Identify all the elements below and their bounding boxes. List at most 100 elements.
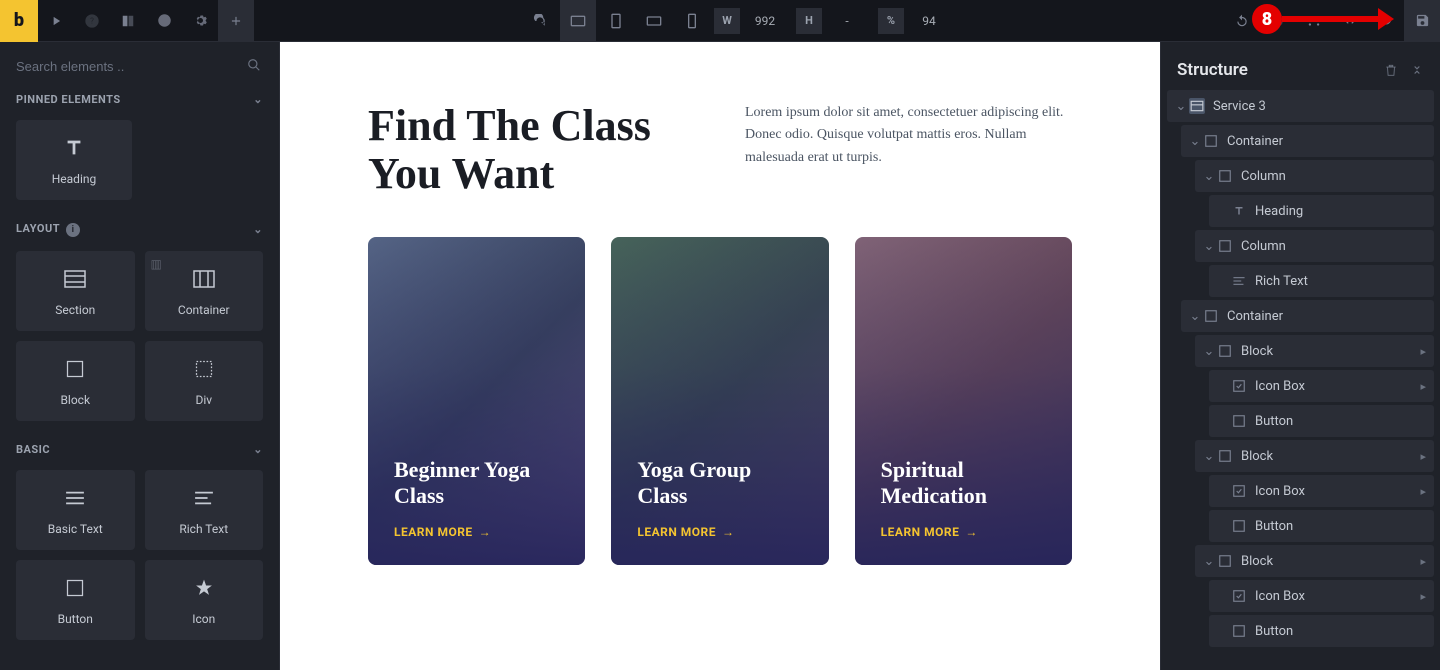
tree-row-container[interactable]: ⌄Container	[1181, 125, 1434, 157]
section-icon	[63, 265, 87, 293]
save-button[interactable]	[1404, 0, 1440, 42]
container-icon	[1203, 308, 1219, 324]
layout-section-header[interactable]: LAYOUTi ⌄	[0, 214, 279, 245]
card-title: Yoga Group Class	[637, 457, 802, 509]
tile-basic-text[interactable]: Basic Text	[16, 470, 135, 550]
tile-label: Div	[195, 393, 212, 407]
tree-row-button[interactable]: Button	[1209, 510, 1434, 542]
app-logo[interactable]: b	[0, 0, 38, 42]
chevron-down-icon[interactable]: ⌄	[1201, 344, 1217, 359]
container-icon	[192, 265, 216, 293]
chevron-down-icon[interactable]: ⌄	[1201, 449, 1217, 464]
basic-section-header[interactable]: BASIC ⌄	[0, 435, 279, 464]
tree-row-button[interactable]: Button	[1209, 405, 1434, 437]
card-cta[interactable]: LEARN MORE→	[637, 525, 802, 539]
card-title: Beginner Yoga Class	[394, 457, 559, 509]
column-icon	[1217, 238, 1233, 254]
tree-row-icon-box[interactable]: Icon Box▸	[1209, 475, 1434, 507]
card-yoga-group[interactable]: Yoga Group Class LEARN MORE→	[611, 237, 828, 565]
chevron-down-icon[interactable]: ⌄	[1201, 169, 1217, 184]
block-icon	[1217, 343, 1233, 359]
trash-icon[interactable]	[1384, 63, 1398, 77]
tile-icon[interactable]: Icon	[145, 560, 264, 640]
zoom-value[interactable]: 94	[904, 8, 954, 34]
height-value[interactable]: -	[822, 8, 872, 34]
collapse-icon[interactable]	[1410, 63, 1424, 77]
pinned-section-header[interactable]: PINNED ELEMENTS ⌄	[0, 85, 279, 114]
annotation-arrow	[1282, 16, 1382, 22]
structure-panel: Structure ⌄Service 3⌄Container⌄ColumnHea…	[1160, 42, 1440, 670]
panels-button[interactable]	[110, 0, 146, 42]
card-spiritual[interactable]: Spiritual Medication LEARN MORE→	[855, 237, 1072, 565]
card-title: Spiritual Medication	[881, 457, 1046, 509]
iconbox-icon	[1231, 588, 1247, 604]
tree-row-icon-box[interactable]: Icon Box▸	[1209, 370, 1434, 402]
tile-button[interactable]: Button	[16, 560, 135, 640]
arrow-right-icon: →	[479, 525, 492, 539]
tile-label: Heading	[52, 172, 97, 186]
tile-heading[interactable]: Heading	[16, 120, 132, 200]
tree-row-rich-text[interactable]: Rich Text	[1209, 265, 1434, 297]
tree-row-column[interactable]: ⌄Column	[1195, 160, 1434, 192]
tile-section[interactable]: Section	[16, 251, 135, 331]
viewport-mobile[interactable]	[674, 0, 710, 42]
chevron-down-icon[interactable]: ⌄	[1187, 309, 1203, 324]
richtext-icon	[1231, 273, 1247, 289]
tree-label: Container	[1227, 309, 1283, 324]
width-value[interactable]: 992	[740, 8, 790, 34]
badge-icon: ▸	[1420, 485, 1426, 498]
text-icon	[63, 134, 85, 162]
card-cta[interactable]: LEARN MORE→	[394, 525, 559, 539]
settings-button[interactable]	[182, 0, 218, 42]
hero-heading[interactable]: Find The Class You Want	[368, 102, 695, 199]
section-label: BASIC	[16, 443, 50, 456]
button-icon	[65, 574, 85, 602]
tile-rich-text[interactable]: Rich Text	[145, 470, 264, 550]
canvas[interactable]: Find The Class You Want Lorem ipsum dolo…	[280, 42, 1160, 670]
div-icon	[194, 355, 214, 383]
tree-label: Block	[1241, 344, 1273, 359]
chevron-down-icon: ⌄	[253, 443, 263, 456]
viewport-tablet-portrait[interactable]	[598, 0, 634, 42]
card-overlay	[855, 237, 1072, 565]
tile-label: Basic Text	[48, 522, 103, 536]
chevron-down-icon: ⌄	[253, 93, 263, 106]
section-label: PINNED ELEMENTS	[16, 93, 121, 106]
tree-row-button[interactable]: Button	[1209, 615, 1434, 647]
card-cta[interactable]: LEARN MORE→	[881, 525, 1046, 539]
tree-row-block[interactable]: ⌄Block▸	[1195, 440, 1434, 472]
tree-row-icon-box[interactable]: Icon Box▸	[1209, 580, 1434, 612]
tile-label: Container	[178, 303, 230, 317]
tile-block[interactable]: Block	[16, 341, 135, 421]
tree-label: Service 3	[1213, 99, 1266, 114]
tile-label: Button	[58, 612, 93, 626]
chevron-down-icon[interactable]: ⌄	[1201, 239, 1217, 254]
tile-div[interactable]: Div	[145, 341, 264, 421]
hero-paragraph[interactable]: Lorem ipsum dolor sit amet, consectetuer…	[745, 102, 1072, 169]
tile-container[interactable]: ▥ Container	[145, 251, 264, 331]
chevron-down-icon[interactable]: ⌄	[1173, 99, 1189, 114]
panel-title: Structure	[1177, 60, 1248, 80]
search-input[interactable]	[16, 59, 263, 74]
badge-icon: ▸	[1420, 590, 1426, 603]
tree-label: Column	[1241, 239, 1286, 254]
card-beginner-yoga[interactable]: Beginner Yoga Class LEARN MORE→	[368, 237, 585, 565]
tree-row-column[interactable]: ⌄ Column	[1195, 230, 1434, 262]
viewport-desktop[interactable]	[560, 0, 596, 42]
tree-row-block[interactable]: ⌄Block▸	[1195, 335, 1434, 367]
tree-row-service-3[interactable]: ⌄ Service 3	[1167, 90, 1434, 122]
play-button[interactable]	[38, 0, 74, 42]
chevron-down-icon[interactable]: ⌄	[1201, 554, 1217, 569]
tile-label: Rich Text	[179, 522, 228, 536]
container-icon	[1203, 133, 1219, 149]
tree-row-container[interactable]: ⌄ Container	[1181, 300, 1434, 332]
viewport-tablet-landscape[interactable]	[636, 0, 672, 42]
add-button[interactable]	[218, 0, 254, 42]
reload-button[interactable]	[522, 0, 558, 42]
tree-row-heading[interactable]: Heading	[1209, 195, 1434, 227]
button-icon	[1231, 623, 1247, 639]
tree-row-block[interactable]: ⌄Block▸	[1195, 545, 1434, 577]
history-button[interactable]	[146, 0, 182, 42]
help-button[interactable]: ?	[74, 0, 110, 42]
chevron-down-icon[interactable]: ⌄	[1187, 134, 1203, 149]
